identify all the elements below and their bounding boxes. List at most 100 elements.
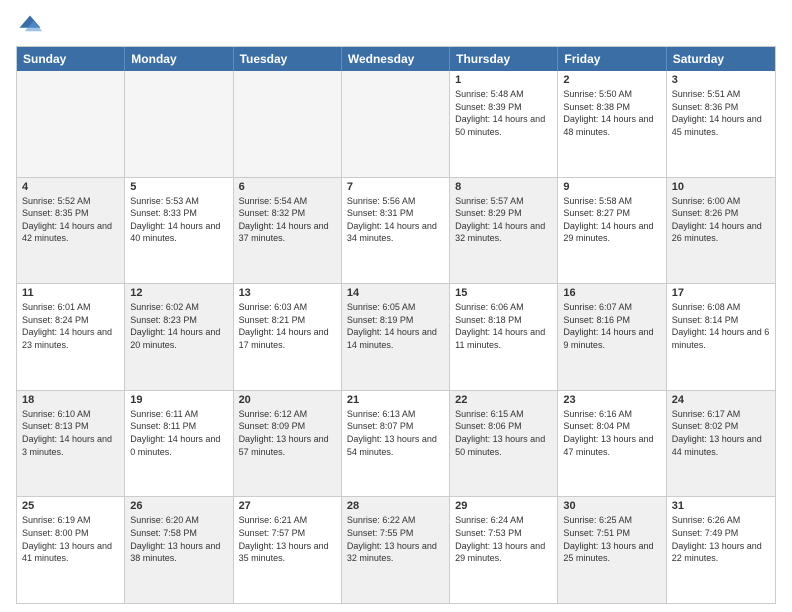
calendar-cell: 26 Sunrise: 6:20 AM Sunset: 7:58 PM Dayli…	[125, 497, 233, 603]
day-number: 25	[22, 500, 119, 512]
cell-info: Sunrise: 6:19 AM Sunset: 8:00 PM Dayligh…	[22, 514, 119, 564]
calendar-cell	[342, 71, 450, 177]
day-number: 6	[239, 181, 336, 193]
cell-info: Sunrise: 6:20 AM Sunset: 7:58 PM Dayligh…	[130, 514, 227, 564]
calendar-cell: 6 Sunrise: 5:54 AM Sunset: 8:32 PM Daylig…	[234, 178, 342, 284]
day-number: 21	[347, 394, 444, 406]
calendar-cell: 4Sunrise: 5:52 AM Sunset: 8:35 PM Daylig…	[17, 178, 125, 284]
calendar-cell: 31Sunrise: 6:26 AM Sunset: 7:49 PM Dayli…	[667, 497, 775, 603]
cell-info: Sunrise: 5:51 AM Sunset: 8:36 PM Dayligh…	[672, 88, 770, 138]
calendar-cell: 24 Sunrise: 6:17 AM Sunset: 8:02 PM Dayli…	[667, 391, 775, 497]
calendar-cell: 27 Sunrise: 6:21 AM Sunset: 7:57 PM Dayli…	[234, 497, 342, 603]
cell-info: Sunrise: 6:21 AM Sunset: 7:57 PM Dayligh…	[239, 514, 336, 564]
calendar-body: 1Sunrise: 5:48 AM Sunset: 8:39 PM Daylig…	[17, 71, 775, 603]
day-number: 9	[563, 181, 660, 193]
header-day-tuesday: Tuesday	[234, 47, 342, 71]
cell-info: Sunrise: 6:08 AM Sunset: 8:14 PM Dayligh…	[672, 301, 770, 351]
cell-info: Sunrise: 6:22 AM Sunset: 7:55 PM Dayligh…	[347, 514, 444, 564]
day-number: 18	[22, 394, 119, 406]
day-number: 3	[672, 74, 770, 86]
day-number: 14	[347, 287, 444, 299]
day-number: 30	[563, 500, 660, 512]
cell-info: Sunrise: 6:03 AM Sunset: 8:21 PM Dayligh…	[239, 301, 336, 351]
logo-icon	[16, 12, 44, 40]
cell-info: Sunrise: 6:06 AM Sunset: 8:18 PM Dayligh…	[455, 301, 552, 351]
day-number: 19	[130, 394, 227, 406]
calendar-row-3: 18Sunrise: 6:10 AM Sunset: 8:13 PM Dayli…	[17, 390, 775, 497]
day-number: 5	[130, 181, 227, 193]
calendar-cell: 17 Sunrise: 6:08 AM Sunset: 8:14 PM Dayli…	[667, 284, 775, 390]
day-number: 26	[130, 500, 227, 512]
header-day-wednesday: Wednesday	[342, 47, 450, 71]
calendar-cell: 28 Sunrise: 6:22 AM Sunset: 7:55 PM Dayli…	[342, 497, 450, 603]
cell-info: Sunrise: 5:54 AM Sunset: 8:32 PM Dayligh…	[239, 195, 336, 245]
day-number: 28	[347, 500, 444, 512]
cell-info: Sunrise: 6:02 AM Sunset: 8:23 PM Dayligh…	[130, 301, 227, 351]
cell-info: Sunrise: 5:57 AM Sunset: 8:29 PM Dayligh…	[455, 195, 552, 245]
day-number: 17	[672, 287, 770, 299]
calendar-cell: 15 Sunrise: 6:06 AM Sunset: 8:18 PM Dayli…	[450, 284, 558, 390]
calendar-row-2: 11 Sunrise: 6:01 AM Sunset: 8:24 PM Dayli…	[17, 283, 775, 390]
cell-info: Sunrise: 6:16 AM Sunset: 8:04 PM Dayligh…	[563, 408, 660, 458]
calendar-cell: 3 Sunrise: 5:51 AM Sunset: 8:36 PM Daylig…	[667, 71, 775, 177]
logo	[16, 12, 48, 40]
header-day-thursday: Thursday	[450, 47, 558, 71]
cell-info: Sunrise: 6:00 AM Sunset: 8:26 PM Dayligh…	[672, 195, 770, 245]
calendar-cell: 12Sunrise: 6:02 AM Sunset: 8:23 PM Dayli…	[125, 284, 233, 390]
calendar-row-0: 1Sunrise: 5:48 AM Sunset: 8:39 PM Daylig…	[17, 71, 775, 177]
calendar-cell: 19 Sunrise: 6:11 AM Sunset: 8:11 PM Dayli…	[125, 391, 233, 497]
cell-info: Sunrise: 6:01 AM Sunset: 8:24 PM Dayligh…	[22, 301, 119, 351]
cell-info: Sunrise: 6:05 AM Sunset: 8:19 PM Dayligh…	[347, 301, 444, 351]
day-number: 23	[563, 394, 660, 406]
calendar-header: SundayMondayTuesdayWednesdayThursdayFrid…	[17, 47, 775, 71]
day-number: 16	[563, 287, 660, 299]
cell-info: Sunrise: 5:58 AM Sunset: 8:27 PM Dayligh…	[563, 195, 660, 245]
cell-info: Sunrise: 6:24 AM Sunset: 7:53 PM Dayligh…	[455, 514, 552, 564]
calendar-cell: 25 Sunrise: 6:19 AM Sunset: 8:00 PM Dayli…	[17, 497, 125, 603]
calendar-row-1: 4Sunrise: 5:52 AM Sunset: 8:35 PM Daylig…	[17, 177, 775, 284]
calendar-cell: 1Sunrise: 5:48 AM Sunset: 8:39 PM Daylig…	[450, 71, 558, 177]
day-number: 20	[239, 394, 336, 406]
header-day-monday: Monday	[125, 47, 233, 71]
calendar-cell: 23 Sunrise: 6:16 AM Sunset: 8:04 PM Dayli…	[558, 391, 666, 497]
day-number: 15	[455, 287, 552, 299]
calendar-cell: 9 Sunrise: 5:58 AM Sunset: 8:27 PM Daylig…	[558, 178, 666, 284]
header-day-sunday: Sunday	[17, 47, 125, 71]
day-number: 27	[239, 500, 336, 512]
cell-info: Sunrise: 5:53 AM Sunset: 8:33 PM Dayligh…	[130, 195, 227, 245]
day-number: 13	[239, 287, 336, 299]
cell-info: Sunrise: 5:48 AM Sunset: 8:39 PM Dayligh…	[455, 88, 552, 138]
day-number: 22	[455, 394, 552, 406]
cell-info: Sunrise: 6:07 AM Sunset: 8:16 PM Dayligh…	[563, 301, 660, 351]
page: SundayMondayTuesdayWednesdayThursdayFrid…	[0, 0, 792, 612]
calendar-cell: 8Sunrise: 5:57 AM Sunset: 8:29 PM Daylig…	[450, 178, 558, 284]
cell-info: Sunrise: 6:17 AM Sunset: 8:02 PM Dayligh…	[672, 408, 770, 458]
day-number: 29	[455, 500, 552, 512]
cell-info: Sunrise: 5:50 AM Sunset: 8:38 PM Dayligh…	[563, 88, 660, 138]
cell-info: Sunrise: 6:26 AM Sunset: 7:49 PM Dayligh…	[672, 514, 770, 564]
header-day-saturday: Saturday	[667, 47, 775, 71]
calendar: SundayMondayTuesdayWednesdayThursdayFrid…	[16, 46, 776, 604]
cell-info: Sunrise: 6:11 AM Sunset: 8:11 PM Dayligh…	[130, 408, 227, 458]
cell-info: Sunrise: 5:56 AM Sunset: 8:31 PM Dayligh…	[347, 195, 444, 245]
day-number: 11	[22, 287, 119, 299]
calendar-cell: 18Sunrise: 6:10 AM Sunset: 8:13 PM Dayli…	[17, 391, 125, 497]
day-number: 7	[347, 181, 444, 193]
calendar-cell: 10 Sunrise: 6:00 AM Sunset: 8:26 PM Dayli…	[667, 178, 775, 284]
calendar-cell	[125, 71, 233, 177]
calendar-cell: 20 Sunrise: 6:12 AM Sunset: 8:09 PM Dayli…	[234, 391, 342, 497]
day-number: 10	[672, 181, 770, 193]
calendar-cell	[17, 71, 125, 177]
cell-info: Sunrise: 6:13 AM Sunset: 8:07 PM Dayligh…	[347, 408, 444, 458]
calendar-cell: 2 Sunrise: 5:50 AM Sunset: 8:38 PM Daylig…	[558, 71, 666, 177]
calendar-cell: 30Sunrise: 6:25 AM Sunset: 7:51 PM Dayli…	[558, 497, 666, 603]
calendar-cell: 16 Sunrise: 6:07 AM Sunset: 8:16 PM Dayli…	[558, 284, 666, 390]
day-number: 24	[672, 394, 770, 406]
cell-info: Sunrise: 6:12 AM Sunset: 8:09 PM Dayligh…	[239, 408, 336, 458]
calendar-cell: 7 Sunrise: 5:56 AM Sunset: 8:31 PM Daylig…	[342, 178, 450, 284]
cell-info: Sunrise: 6:15 AM Sunset: 8:06 PM Dayligh…	[455, 408, 552, 458]
day-number: 2	[563, 74, 660, 86]
calendar-cell: 22 Sunrise: 6:15 AM Sunset: 8:06 PM Dayli…	[450, 391, 558, 497]
calendar-cell: 13 Sunrise: 6:03 AM Sunset: 8:21 PM Dayli…	[234, 284, 342, 390]
calendar-cell: 29 Sunrise: 6:24 AM Sunset: 7:53 PM Dayli…	[450, 497, 558, 603]
